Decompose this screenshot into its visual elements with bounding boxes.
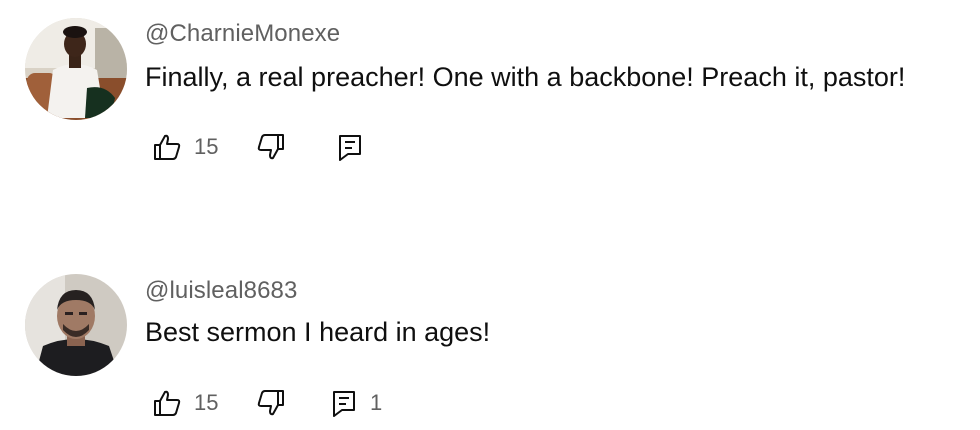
- comment-text: Best sermon I heard in ages!: [145, 317, 491, 347]
- comment-author[interactable]: @luisleal8683: [145, 277, 297, 305]
- thumbs-up-icon: [152, 132, 182, 162]
- like-count: 15: [194, 390, 219, 415]
- dislike-button[interactable]: [256, 383, 286, 423]
- comment-text: Finally, a real preacher! One with a bac…: [145, 62, 906, 92]
- thumbs-down-icon: [256, 132, 286, 162]
- reply-button[interactable]: [336, 127, 376, 167]
- dislike-button[interactable]: [256, 127, 286, 167]
- reply-button[interactable]: 1: [330, 383, 382, 423]
- comment-author[interactable]: @CharnieMonexe: [145, 20, 340, 48]
- reply-icon: [330, 388, 358, 418]
- reply-count: 1: [370, 390, 383, 415]
- like-button[interactable]: 15: [152, 383, 218, 423]
- reply-icon: [336, 132, 364, 162]
- thumbs-up-icon: [152, 388, 182, 418]
- like-button[interactable]: 15: [152, 127, 218, 167]
- avatar[interactable]: [25, 18, 127, 120]
- avatar[interactable]: [25, 274, 127, 376]
- thumbs-down-icon: [256, 388, 286, 418]
- like-count: 15: [194, 134, 219, 159]
